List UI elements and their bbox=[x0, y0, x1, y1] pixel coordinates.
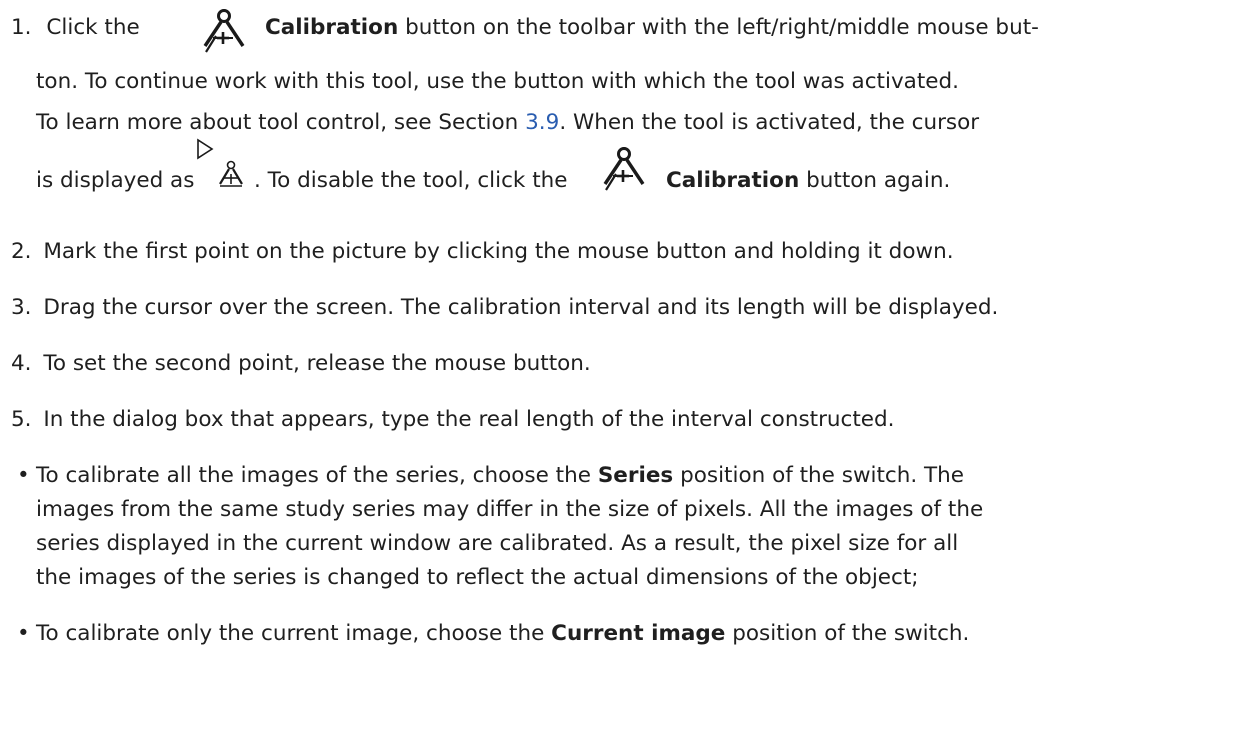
step-5: 5. In the dialog box that appears, type … bbox=[11, 406, 895, 434]
step-1-line-4a: is displayed as bbox=[36, 168, 195, 193]
calibration-label: Calibration bbox=[265, 15, 399, 40]
step-text: button on the toolbar with the left/righ… bbox=[405, 15, 1039, 40]
bullet-text: position of the switch. bbox=[732, 621, 970, 646]
step-1-line-2: ton. To continue work with this tool, us… bbox=[36, 69, 959, 94]
calibration-icon bbox=[603, 147, 645, 191]
step-number: 3. bbox=[11, 295, 32, 320]
step-3: 3. Drag the cursor over the screen. The … bbox=[11, 294, 998, 322]
step-text: In the dialog box that appears, type the… bbox=[43, 407, 895, 432]
bullet-text: To calibrate only the current image, cho… bbox=[36, 621, 545, 646]
step-1-line-1b: Calibration button on the toolbar with t… bbox=[265, 14, 1039, 42]
step-4: 4. To set the second point, release the … bbox=[11, 350, 591, 378]
step-text: button again. bbox=[806, 168, 951, 193]
step-2: 2. Mark the first point on the picture b… bbox=[11, 238, 954, 266]
calibration-label: Calibration bbox=[666, 168, 800, 193]
calibration-cursor-icon bbox=[197, 138, 243, 187]
series-option-label: Series bbox=[597, 463, 674, 488]
calibration-icon bbox=[203, 9, 245, 53]
bullet-1-line-4: the images of the series is changed to r… bbox=[36, 565, 919, 590]
step-text: To set the second point, release the mou… bbox=[43, 351, 591, 376]
step-text: . When the tool is activated, the cursor bbox=[559, 110, 980, 135]
step-1-line-1: 1. Click the bbox=[11, 14, 140, 42]
step-1-line-4c: Calibration button again. bbox=[666, 167, 950, 195]
bullet-1-line-2: images from the same study series may di… bbox=[36, 497, 984, 522]
step-text: Drag the cursor over the screen. The cal… bbox=[43, 295, 999, 320]
step-1-line-4b: . To disable the tool, click the bbox=[254, 168, 568, 193]
bullet-2-line-1: To calibrate only the current image, cho… bbox=[36, 620, 969, 648]
step-number: 2. bbox=[11, 239, 32, 264]
step-number: 1. bbox=[11, 15, 32, 40]
step-1-line-3: To learn more about tool control, see Se… bbox=[36, 109, 979, 137]
step-number: 4. bbox=[11, 351, 32, 376]
step-text: Mark the first point on the picture by c… bbox=[43, 239, 954, 264]
bullet-text: position of the switch. The bbox=[680, 463, 965, 488]
section-link[interactable]: 3.9 bbox=[525, 110, 559, 135]
bullet-1-line-3: series displayed in the current window a… bbox=[36, 531, 959, 556]
step-text: To learn more about tool control, see Se… bbox=[36, 110, 519, 135]
bullet-marker: • bbox=[17, 463, 30, 488]
bullet-1-line-1: To calibrate all the images of the serie… bbox=[36, 462, 964, 490]
bullet-marker: • bbox=[17, 621, 30, 646]
current-image-option-label: Current image bbox=[551, 621, 726, 646]
step-number: 5. bbox=[11, 407, 32, 432]
step-text: Click the bbox=[46, 15, 140, 40]
bullet-text: To calibrate all the images of the serie… bbox=[36, 463, 591, 488]
